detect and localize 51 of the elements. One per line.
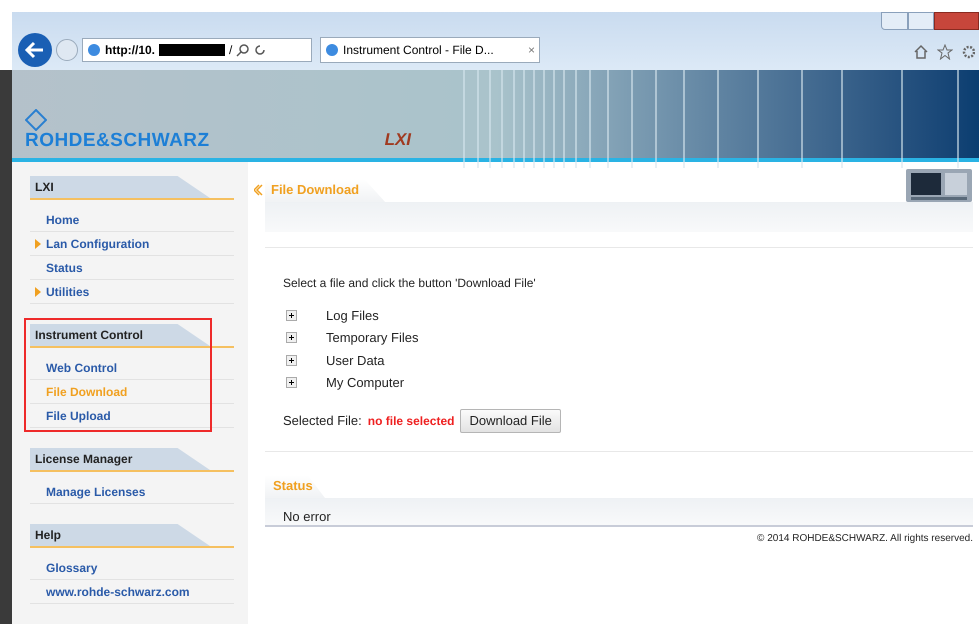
- section-header: LXI: [30, 176, 210, 198]
- selected-file-label: Selected File:: [283, 412, 362, 430]
- section-header: License Manager: [30, 448, 210, 470]
- tree-item[interactable]: Temporary Files: [326, 328, 418, 348]
- redaction-bar: [159, 44, 225, 56]
- section-header: Help: [30, 524, 210, 546]
- copyright-text: © 2014 ROHDE&SCHWARZ. All rights reserved.: [757, 532, 973, 546]
- plus-icon: [287, 310, 296, 320]
- status-message: No error: [283, 508, 331, 526]
- nav-link[interactable]: File Upload: [46, 406, 111, 424]
- expand-toggle[interactable]: [286, 354, 297, 366]
- settings-icon[interactable]: [961, 44, 975, 60]
- nav-link[interactable]: Manage Licenses: [46, 482, 146, 500]
- company-logo: ROHDE&SCHWARZ: [25, 131, 210, 150]
- back-button[interactable]: [18, 33, 52, 67]
- nav-link[interactable]: Status: [46, 258, 83, 276]
- plus-icon: [287, 378, 296, 388]
- star-icon[interactable]: [937, 44, 953, 60]
- expand-toggle[interactable]: [286, 310, 297, 321]
- browser-tab[interactable]: Instrument Control - File D... ×: [320, 37, 540, 63]
- address-text: /: [229, 42, 232, 59]
- tab-close-button[interactable]: ×: [528, 41, 535, 59]
- selected-file-value: no file selected: [368, 413, 454, 430]
- nav-link[interactable]: Glossary: [46, 558, 98, 576]
- refresh-icon[interactable]: [254, 44, 266, 56]
- tree-item[interactable]: User Data: [326, 350, 385, 370]
- instruction-text: Select a file and click the button 'Download File': [283, 275, 537, 292]
- home-icon[interactable]: [913, 44, 929, 60]
- back-arrow-icon: [25, 41, 45, 59]
- nav-link[interactable]: Lan Configuration: [46, 234, 150, 252]
- search-icon[interactable]: [236, 43, 250, 57]
- section-header: Instrument Control: [30, 324, 210, 346]
- nav-link[interactable]: www.rohde-schwarz.com: [46, 582, 190, 600]
- diamond-logo-icon: [25, 109, 47, 131]
- nav-link[interactable]: Utilities: [46, 282, 90, 300]
- lxi-logo: LXI: [384, 128, 412, 150]
- plus-icon: [287, 333, 296, 342]
- tab-title: Instrument Control - File D...: [343, 42, 494, 59]
- expand-toggle[interactable]: [286, 332, 297, 344]
- address-text: http://10.: [105, 42, 155, 59]
- address-bar[interactable]: http://10. /: [82, 38, 312, 62]
- browser-globe-icon: [87, 43, 101, 57]
- expand-toggle[interactable]: [286, 377, 297, 388]
- instrument-thumbnail-drawing: [906, 169, 972, 202]
- nav-link[interactable]: Web Control: [46, 358, 118, 376]
- download-file-button[interactable]: Download File: [460, 409, 561, 433]
- browser-globe-icon: [325, 43, 339, 57]
- tree-item[interactable]: Log Files: [326, 306, 379, 325]
- nav-link[interactable]: Home: [46, 210, 80, 228]
- tree-item[interactable]: My Computer: [326, 373, 404, 392]
- plus-icon: [287, 356, 296, 365]
